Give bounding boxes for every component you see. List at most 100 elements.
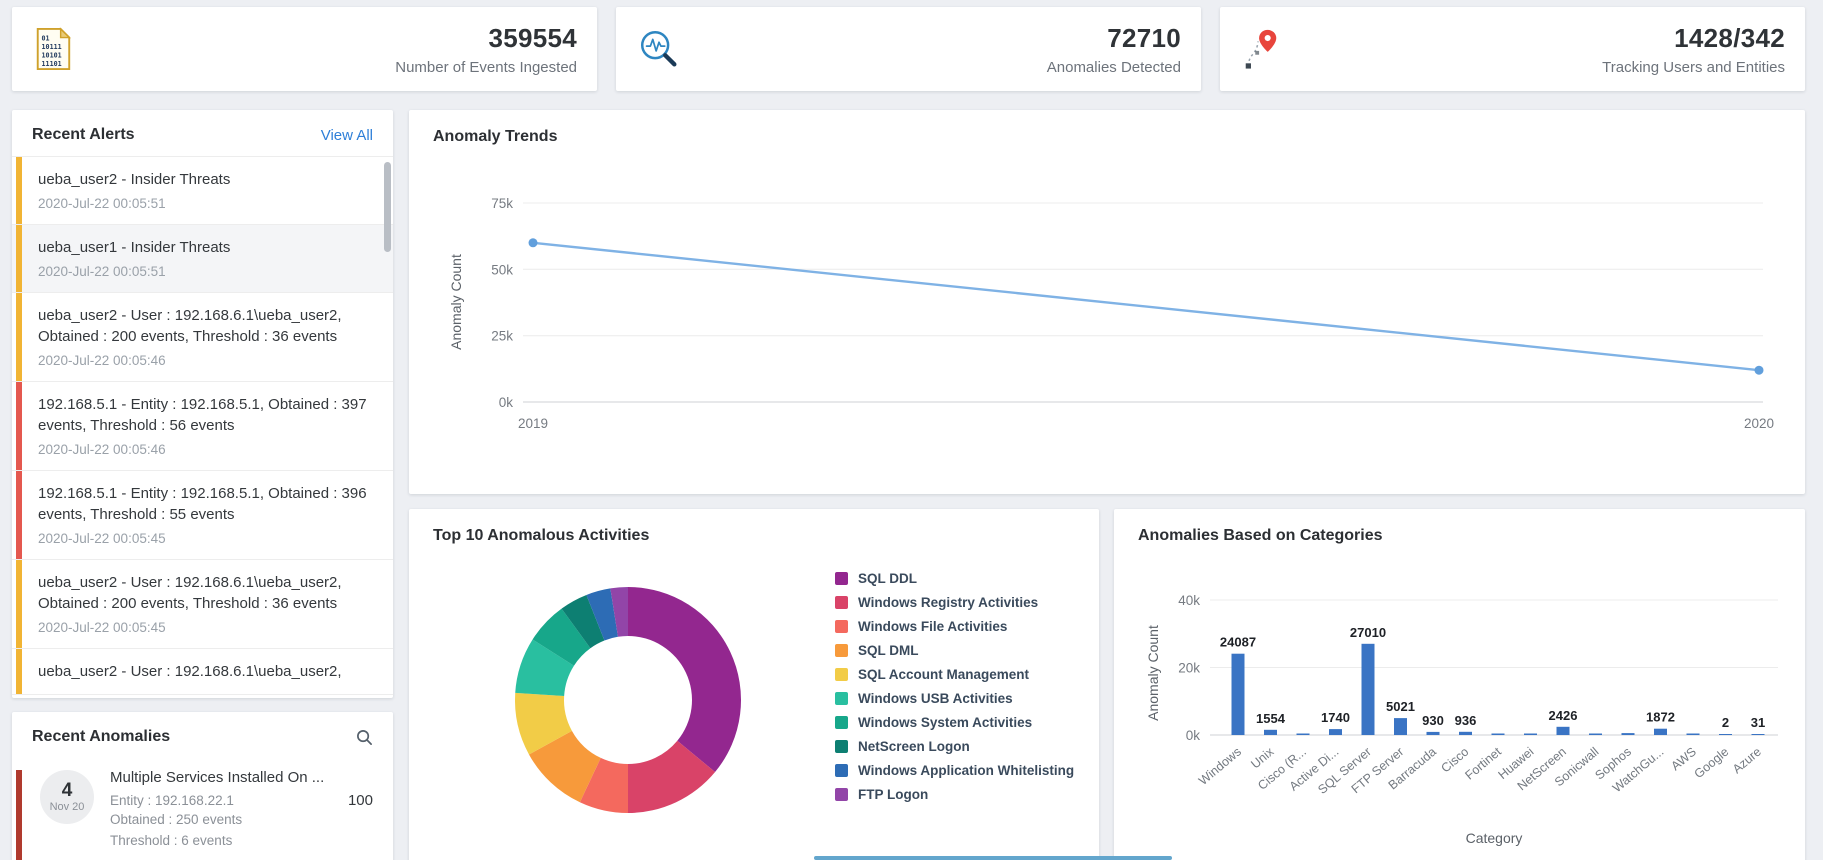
category-bar[interactable] — [1556, 726, 1570, 735]
anomaly-obtained: Obtained : 250 events — [110, 812, 243, 827]
legend-item[interactable]: SQL DDL — [835, 571, 1074, 586]
legend-swatch — [835, 764, 848, 777]
anomaly-trends-chart: 0k 25k 50k 75k 2019 2020 Anomaly Count — [448, 196, 1774, 431]
legend-label: SQL DDL — [858, 571, 918, 586]
horizontal-scrollbar-thumb[interactable] — [814, 856, 1172, 860]
alert-list-item[interactable]: ueba_user2 - User : 192.168.6.1\ueba_use… — [12, 649, 393, 695]
svg-text:2: 2 — [1722, 715, 1729, 730]
alert-severity-bar — [16, 649, 22, 694]
stat-card-anomalies-detected[interactable]: 72710 Anomalies Detected — [616, 7, 1201, 91]
svg-text:10101: 10101 — [42, 52, 62, 60]
category-bar[interactable] — [1491, 733, 1505, 736]
legend-item[interactable]: Windows Application Whitelisting — [835, 763, 1074, 778]
category-bar[interactable] — [1524, 733, 1537, 736]
legend-label: Windows Registry Activities — [858, 595, 1039, 610]
stat-card-tracking-users-entities[interactable]: 1428/342 Tracking Users and Entities — [1220, 7, 1805, 91]
legend-item[interactable]: SQL Account Management — [835, 667, 1074, 682]
top-activities-donut-chart — [514, 587, 742, 813]
summary-stats-row: 01 10111 10101 11101 359554 Number of Ev… — [0, 0, 1823, 91]
alerts-scrollbar-thumb[interactable] — [384, 162, 391, 252]
svg-text:11101: 11101 — [42, 60, 62, 68]
alert-list-item[interactable]: 192.168.5.1 - Entity : 192.168.5.1, Obta… — [12, 471, 393, 560]
legend-item[interactable]: Windows File Activities — [835, 619, 1074, 634]
donut-slice-sql-ddl[interactable] — [628, 587, 742, 773]
legend-label: SQL DML — [858, 643, 919, 658]
anomaly-scan-icon — [636, 26, 688, 72]
search-icon[interactable] — [356, 729, 373, 746]
category-bar[interactable] — [1296, 733, 1310, 736]
trend-point[interactable] — [528, 238, 538, 248]
legend-item[interactable]: Windows System Activities — [835, 715, 1074, 730]
categories-bar-chart: 0k20k40k24087Windows1554UnixCisco (R...1… — [1145, 593, 1778, 846]
categories-title: Anomalies Based on Categories — [1138, 527, 1383, 544]
alert-list-item[interactable]: ueba_user2 - Insider Threats 2020-Jul-22 … — [12, 157, 393, 225]
alert-title: ueba_user2 - Insider Threats — [38, 171, 231, 188]
anomaly-threshold: Threshold : 6 events — [110, 833, 233, 848]
recent-alerts-title: Recent Alerts — [32, 126, 135, 143]
donut-legend: SQL DDL Windows Registry Activities Window… — [835, 553, 1074, 853]
category-bar[interactable] — [1589, 733, 1602, 736]
legend-item[interactable]: NetScreen Logon — [835, 739, 1074, 754]
svg-text:50k: 50k — [491, 262, 513, 277]
alert-time: 2020-Jul-22 00:05:51 — [38, 196, 166, 211]
stat-card-events-ingested[interactable]: 01 10111 10101 11101 359554 Number of Ev… — [12, 7, 597, 91]
svg-text:930: 930 — [1422, 713, 1444, 728]
alert-severity-bar — [16, 382, 22, 470]
tracking-users-label: Tracking Users and Entities — [1602, 58, 1785, 76]
anomaly-list-item[interactable]: 4 Nov 20 Multiple Services Installed On … — [12, 758, 393, 860]
legend-swatch — [835, 692, 848, 705]
alert-title: ueba_user2 - User : 192.168.6.1\ueba_use… — [38, 574, 342, 612]
trend-line — [532, 241, 1760, 372]
alert-list-item[interactable]: ueba_user1 - Insider Threats 2020-Jul-22 … — [12, 225, 393, 293]
alert-list-item[interactable]: 192.168.5.1 - Entity : 192.168.5.1, Obta… — [12, 382, 393, 471]
category-bar[interactable] — [1231, 653, 1245, 735]
category-bar[interactable] — [1426, 731, 1440, 735]
svg-text:31: 31 — [1751, 715, 1765, 730]
category-bar[interactable] — [1329, 729, 1342, 735]
alert-list-item[interactable]: ueba_user2 - User : 192.168.6.1\ueba_use… — [12, 560, 393, 649]
dashboard-content: Recent Alerts View All ueba_user2 - Insi… — [0, 91, 1823, 860]
categories-panel: Anomalies Based on Categories 0k 20k 40k 24… — [1114, 509, 1805, 860]
bottom-charts-row: Top 10 Anomalous Activities SQL DDL Windo… — [409, 509, 1805, 860]
legend-swatch — [835, 788, 848, 801]
alert-list-item[interactable]: ueba_user2 - User : 192.168.6.1\ueba_use… — [12, 293, 393, 382]
category-bar[interactable] — [1654, 728, 1667, 735]
svg-text:1872: 1872 — [1646, 710, 1675, 725]
svg-text:0k: 0k — [1186, 728, 1201, 743]
alert-severity-bar — [16, 157, 22, 224]
legend-swatch — [835, 572, 848, 585]
legend-item[interactable]: Windows Registry Activities — [835, 595, 1074, 610]
legend-swatch — [835, 668, 848, 681]
trend-point[interactable] — [1754, 365, 1764, 375]
category-bar[interactable] — [1751, 734, 1765, 735]
alert-severity-bar — [16, 225, 22, 292]
alert-time: 2020-Jul-22 00:05:46 — [38, 353, 166, 368]
category-bar[interactable] — [1621, 733, 1635, 735]
svg-text:1554: 1554 — [1256, 711, 1286, 726]
top-activities-panel: Top 10 Anomalous Activities SQL DDL Windo… — [409, 509, 1099, 860]
category-bar[interactable] — [1264, 729, 1277, 735]
alert-title: ueba_user2 - User : 192.168.6.1\ueba_use… — [38, 307, 342, 345]
svg-text:Category: Category — [1466, 830, 1523, 846]
anomaly-entity: Entity : 192.168.22.1 — [110, 793, 234, 808]
legend-item[interactable]: FTP Logon — [835, 787, 1074, 802]
category-bar[interactable] — [1394, 718, 1407, 735]
alert-time: 2020-Jul-22 00:05:45 — [38, 620, 166, 635]
svg-text:Windows: Windows — [1196, 745, 1244, 788]
legend-item[interactable]: SQL DML — [835, 643, 1074, 658]
alerts-list: ueba_user2 - Insider Threats 2020-Jul-22 … — [12, 157, 393, 695]
category-bar[interactable] — [1686, 733, 1700, 736]
recent-anomalies-title: Recent Anomalies — [32, 728, 171, 745]
ueba-dashboard-page: 01 10111 10101 11101 359554 Number of Ev… — [0, 0, 1823, 860]
alert-time: 2020-Jul-22 00:05:51 — [38, 264, 166, 279]
alert-time: 2020-Jul-22 00:05:46 — [38, 442, 166, 457]
category-bar[interactable] — [1361, 643, 1375, 735]
view-all-link[interactable]: View All — [321, 127, 373, 144]
anomalies-detected-value: 72710 — [1107, 22, 1181, 53]
category-bar[interactable] — [1719, 734, 1732, 735]
left-column: Recent Alerts View All ueba_user2 - Insi… — [12, 110, 393, 860]
category-bar[interactable] — [1459, 731, 1472, 735]
legend-item[interactable]: Windows USB Activities — [835, 691, 1074, 706]
tracking-users-value: 1428/342 — [1674, 22, 1785, 53]
anomaly-date-badge: 4 Nov 20 — [40, 770, 94, 824]
